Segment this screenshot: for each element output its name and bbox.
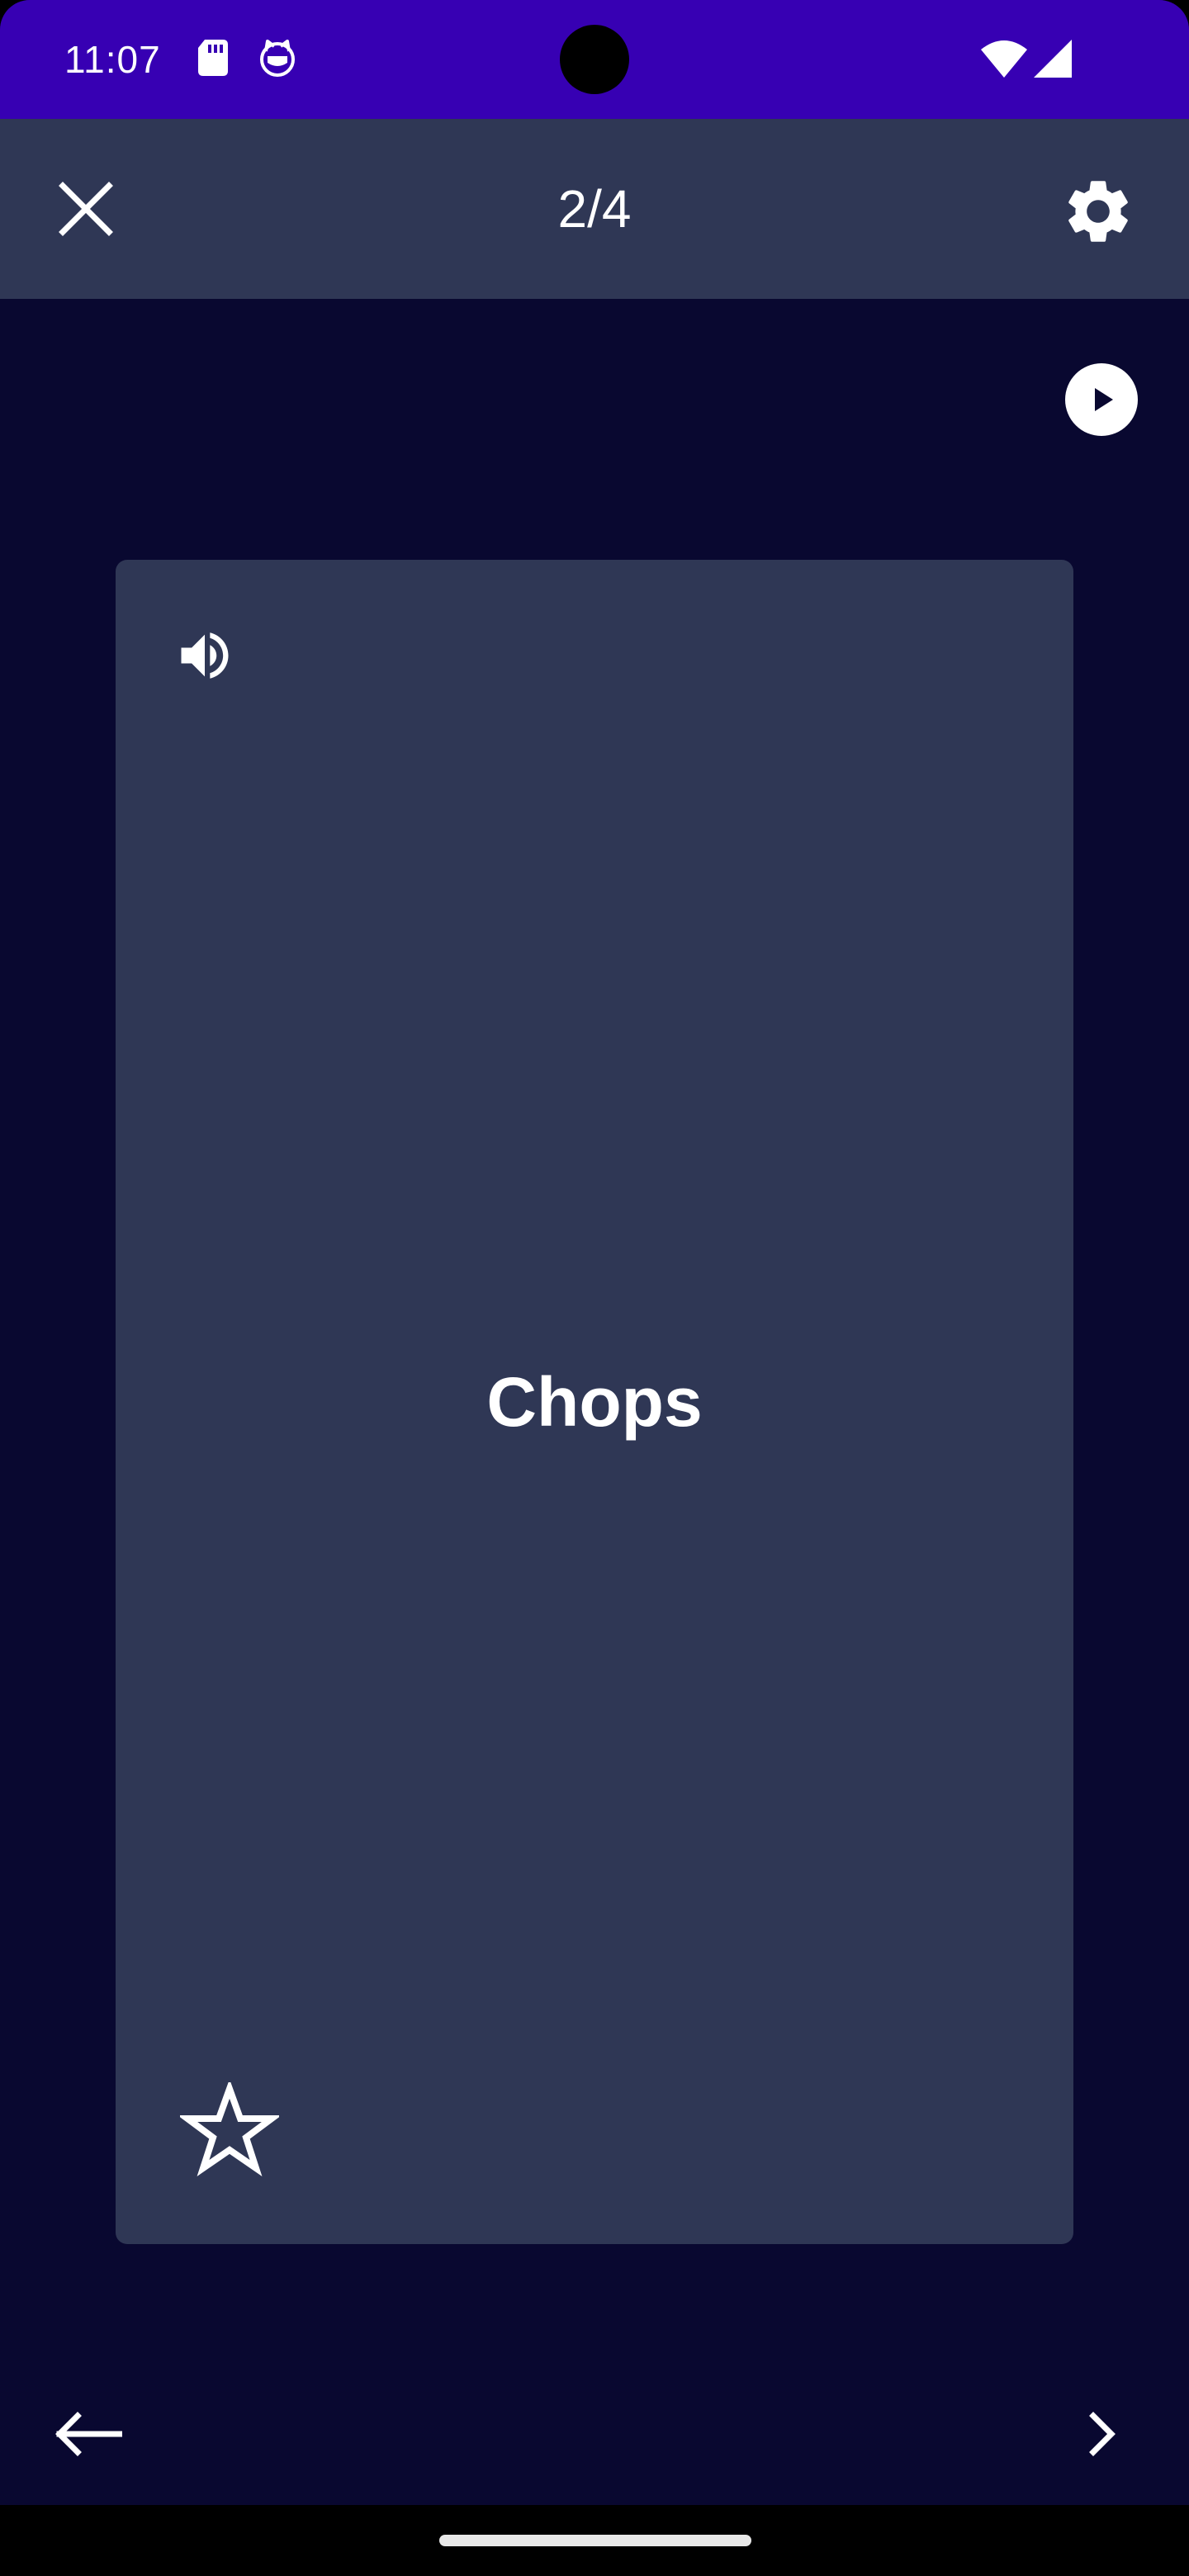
cellular-signal-icon (1034, 40, 1072, 78)
star-outline-icon (180, 2082, 279, 2176)
flashcard[interactable]: Chops (116, 560, 1073, 2244)
camera-cutout (560, 25, 629, 94)
gear-icon (1068, 181, 1128, 242)
next-card-button[interactable] (1073, 2399, 1133, 2469)
speaker-icon (181, 632, 229, 679)
card-progress: 2/4 (557, 179, 632, 239)
top-app-bar: 2/4 (0, 119, 1189, 299)
favorite-button[interactable] (177, 2077, 282, 2183)
audio-button[interactable] (168, 619, 241, 692)
previous-card-button[interactable] (46, 2401, 129, 2467)
status-time: 11:07 (64, 38, 161, 81)
card-term: Chops (486, 1363, 703, 1441)
settings-button[interactable] (1059, 172, 1138, 251)
chevron-right-icon (1089, 2412, 1116, 2456)
close-icon (59, 182, 113, 236)
arrow-left-icon (55, 2412, 122, 2456)
system-navigation-bar (0, 2505, 1189, 2576)
flashcard-screen: 11:07 2/4 Chops (0, 0, 1189, 2576)
cat-icon (260, 40, 295, 77)
close-button[interactable] (50, 173, 122, 245)
home-indicator[interactable] (439, 2535, 751, 2546)
sd-card-icon (198, 40, 228, 76)
status-bar: 11:07 (0, 0, 1189, 119)
play-circle-icon (1095, 388, 1113, 411)
wifi-icon (981, 40, 1027, 78)
autoplay-button[interactable] (1065, 363, 1138, 436)
